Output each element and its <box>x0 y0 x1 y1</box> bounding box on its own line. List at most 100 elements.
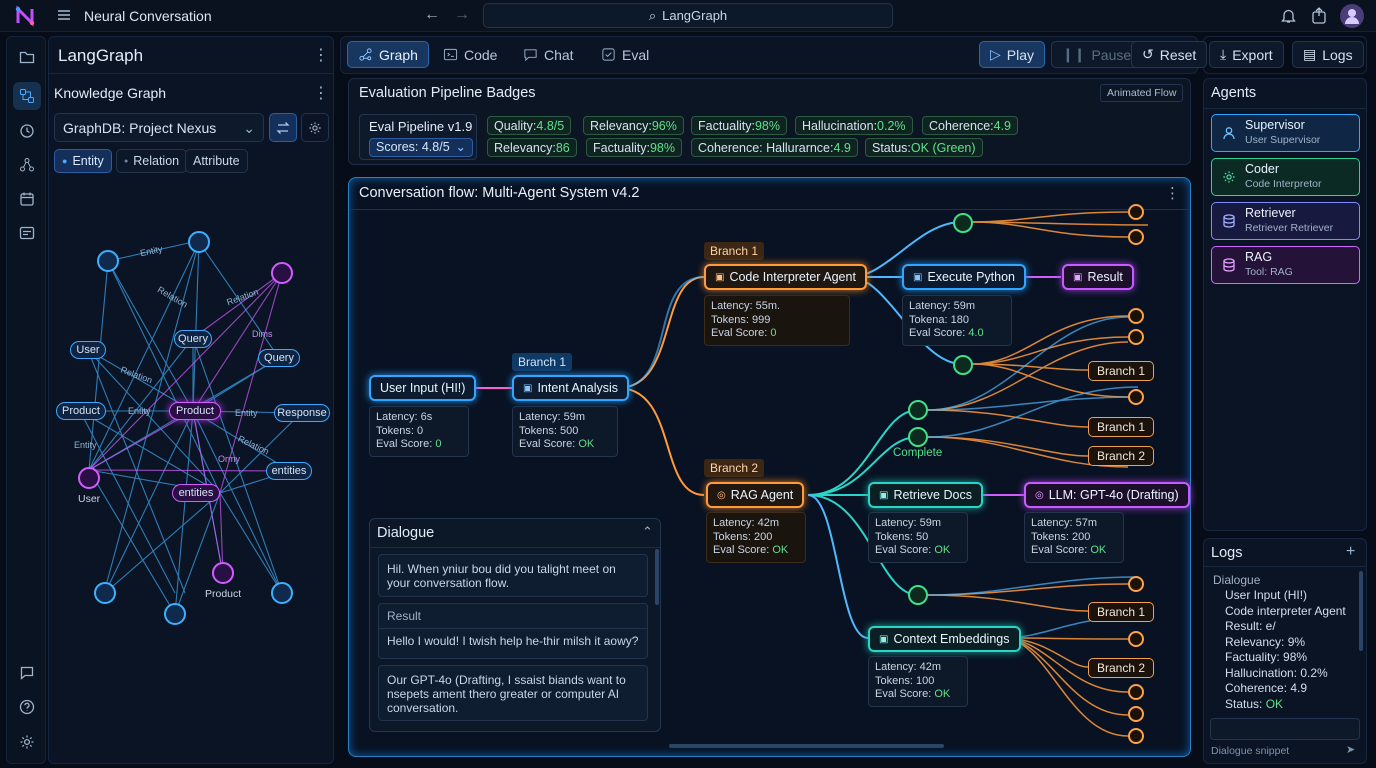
terminal-icon <box>19 226 35 240</box>
graph-node-entities-center[interactable]: entities <box>172 484 220 502</box>
divider <box>1204 566 1366 567</box>
node-intent-analysis[interactable]: ▣ Intent Analysis <box>512 375 630 401</box>
rail-graph-button[interactable] <box>13 82 41 110</box>
stats-intent: Latency: 59m Tokens: 500 Eval Score: OK <box>512 406 618 457</box>
log-line: Coherence: 4.9 <box>1225 681 1308 695</box>
branch-node[interactable]: Branch 2 <box>1088 446 1155 466</box>
node-label: Result <box>1087 270 1123 284</box>
graphdb-select[interactable]: GraphDB: Project Nexus ⌄ <box>54 113 264 142</box>
stats-context: Latency: 42m Tokens: 100 Eval Score: OK <box>868 656 968 707</box>
graph-node-product[interactable]: Product <box>56 402 106 420</box>
node-label: LLM: GPT-4o (Drafting) <box>1048 488 1179 502</box>
graph-node-response[interactable]: Response <box>274 404 330 422</box>
rail-terminal-button[interactable] <box>13 219 41 247</box>
section-more-icon[interactable]: ⋮ <box>313 83 329 103</box>
panel-more-icon[interactable]: ⋮ <box>313 45 329 65</box>
bell-icon[interactable] <box>1281 8 1296 24</box>
button-label: Logs <box>1322 46 1353 63</box>
agent-sub: Retriever Retriever <box>1245 222 1334 234</box>
graph-settings-button[interactable] <box>301 113 329 142</box>
agent-coder[interactable]: Coder Code Interpretor <box>1211 158 1360 196</box>
badge-relevancy: Relevancy: 96% <box>583 116 684 135</box>
share-icon[interactable] <box>1311 7 1327 24</box>
rail-help-button[interactable] <box>13 693 41 721</box>
node-icon: ▣ <box>1073 271 1083 283</box>
node-context-embeddings[interactable]: ▣ Context Embeddings <box>868 626 1021 652</box>
dialogue-scrollbar[interactable] <box>655 549 659 605</box>
collapse-icon[interactable]: ⌃ <box>642 524 653 540</box>
logs-scrollbar[interactable] <box>1359 571 1363 651</box>
chip-attribute[interactable]: Attribute <box>185 149 248 173</box>
pause-button[interactable]: ❙❙ Pause <box>1051 41 1143 68</box>
tab-eval[interactable]: Eval <box>591 41 659 68</box>
log-line: Hallucination: 0.2% <box>1225 666 1328 680</box>
rail-history-button[interactable] <box>13 117 41 145</box>
dialogue-result-card: Result Hello I would! I twish help he-th… <box>378 603 648 659</box>
agent-name: RAG <box>1245 250 1273 264</box>
branch-node[interactable]: Branch 1 <box>1088 417 1155 437</box>
download-icon: ⤓ <box>1220 46 1227 62</box>
graph-node-entities[interactable]: entities <box>266 462 312 480</box>
avatar[interactable] <box>1340 4 1364 28</box>
graph-node-query[interactable]: Query <box>174 330 212 348</box>
export-button[interactable]: ⤓ Export <box>1209 41 1284 68</box>
log-input-placeholder: Dialogue snippet <box>1211 745 1290 757</box>
database-icon <box>1223 214 1235 228</box>
rail-flag-button[interactable] <box>13 659 41 687</box>
graph-node-query-2[interactable]: Query <box>258 349 300 367</box>
log-input[interactable] <box>1210 718 1360 740</box>
rail-network-button[interactable] <box>13 151 41 179</box>
chip-label: Entity <box>72 154 104 168</box>
branch-node[interactable]: Branch 1 <box>1088 602 1155 622</box>
log-header: Dialogue <box>1213 573 1261 587</box>
rail-folder-button[interactable] <box>13 43 41 71</box>
pipeline-card: Eval Pipeline v1.9 Scores: 4.8/5 ⌄ <box>359 114 477 160</box>
agent-sub: Code Interpretor <box>1245 178 1322 190</box>
node-rag-agent[interactable]: ◎ RAG Agent <box>706 482 805 508</box>
rail-settings-button[interactable] <box>13 728 41 756</box>
node-result[interactable]: ▣ Result <box>1062 264 1134 290</box>
node-user-input[interactable]: User Input (HI!) <box>369 375 477 401</box>
graph-nodes-icon <box>20 89 34 103</box>
agent-rag[interactable]: RAG Tool: RAG <box>1211 246 1360 284</box>
branch-node[interactable]: Branch 2 <box>1088 658 1155 678</box>
chip-entity[interactable]: ● Entity <box>54 149 112 173</box>
branch-node[interactable]: Branch 1 <box>1088 361 1155 381</box>
tab-chat[interactable]: Chat <box>513 41 584 68</box>
node-llm[interactable]: ◎ LLM: GPT-4o (Drafting) <box>1024 482 1190 508</box>
log-status: Status: OK <box>1225 697 1284 711</box>
forward-arrow-icon[interactable]: → <box>454 6 470 24</box>
pause-icon: ❙❙ <box>1062 46 1086 62</box>
rail-calendar-button[interactable] <box>13 185 41 213</box>
log-line: Factuality: 98% <box>1225 650 1308 664</box>
chevron-down-icon: ⌄ <box>243 120 255 136</box>
hamburger-menu-icon[interactable] <box>56 7 72 23</box>
graph-node-product-center[interactable]: Product <box>169 402 221 420</box>
button-label: Reset <box>1159 46 1197 63</box>
agent-retriever[interactable]: Retriever Retriever Retriever <box>1211 202 1360 240</box>
node-execute-python[interactable]: ▣ Execute Python <box>902 264 1027 290</box>
reset-button[interactable]: ↺ Reset <box>1131 41 1208 68</box>
node-retrieve-docs[interactable]: ▣ Retrieve Docs <box>868 482 983 508</box>
network-icon <box>20 158 34 172</box>
eval-title: Evaluation Pipeline Badges <box>359 85 536 101</box>
add-icon[interactable]: + <box>1346 543 1355 561</box>
send-icon[interactable]: ➤ <box>1346 743 1355 756</box>
scores-select[interactable]: Scores: 4.8/5 ⌄ <box>369 138 473 157</box>
user-avatar-icon <box>1345 9 1359 24</box>
node-code-interpreter[interactable]: ▣ Code Interpreter Agent <box>704 264 867 290</box>
back-arrow-icon[interactable]: ← <box>424 6 440 24</box>
tab-graph[interactable]: Graph <box>347 41 429 68</box>
tab-code[interactable]: Code <box>433 41 507 68</box>
tab-label: Chat <box>544 46 574 63</box>
person-icon <box>1223 127 1235 140</box>
play-button[interactable]: ▷ Play <box>979 41 1046 68</box>
chip-relation[interactable]: ● Relation <box>116 149 188 173</box>
agent-supervisor[interactable]: Supervisor User Supervisor <box>1211 114 1360 152</box>
search-bar[interactable]: ⌕ LangGraph <box>483 3 893 28</box>
swap-button[interactable] <box>269 113 297 142</box>
graph-node-user[interactable]: User <box>70 341 106 359</box>
logs-button[interactable]: ▤ Logs <box>1292 41 1364 68</box>
animated-flow-tag: Animated Flow <box>1100 84 1184 102</box>
edge-label: Ormy <box>218 454 240 464</box>
